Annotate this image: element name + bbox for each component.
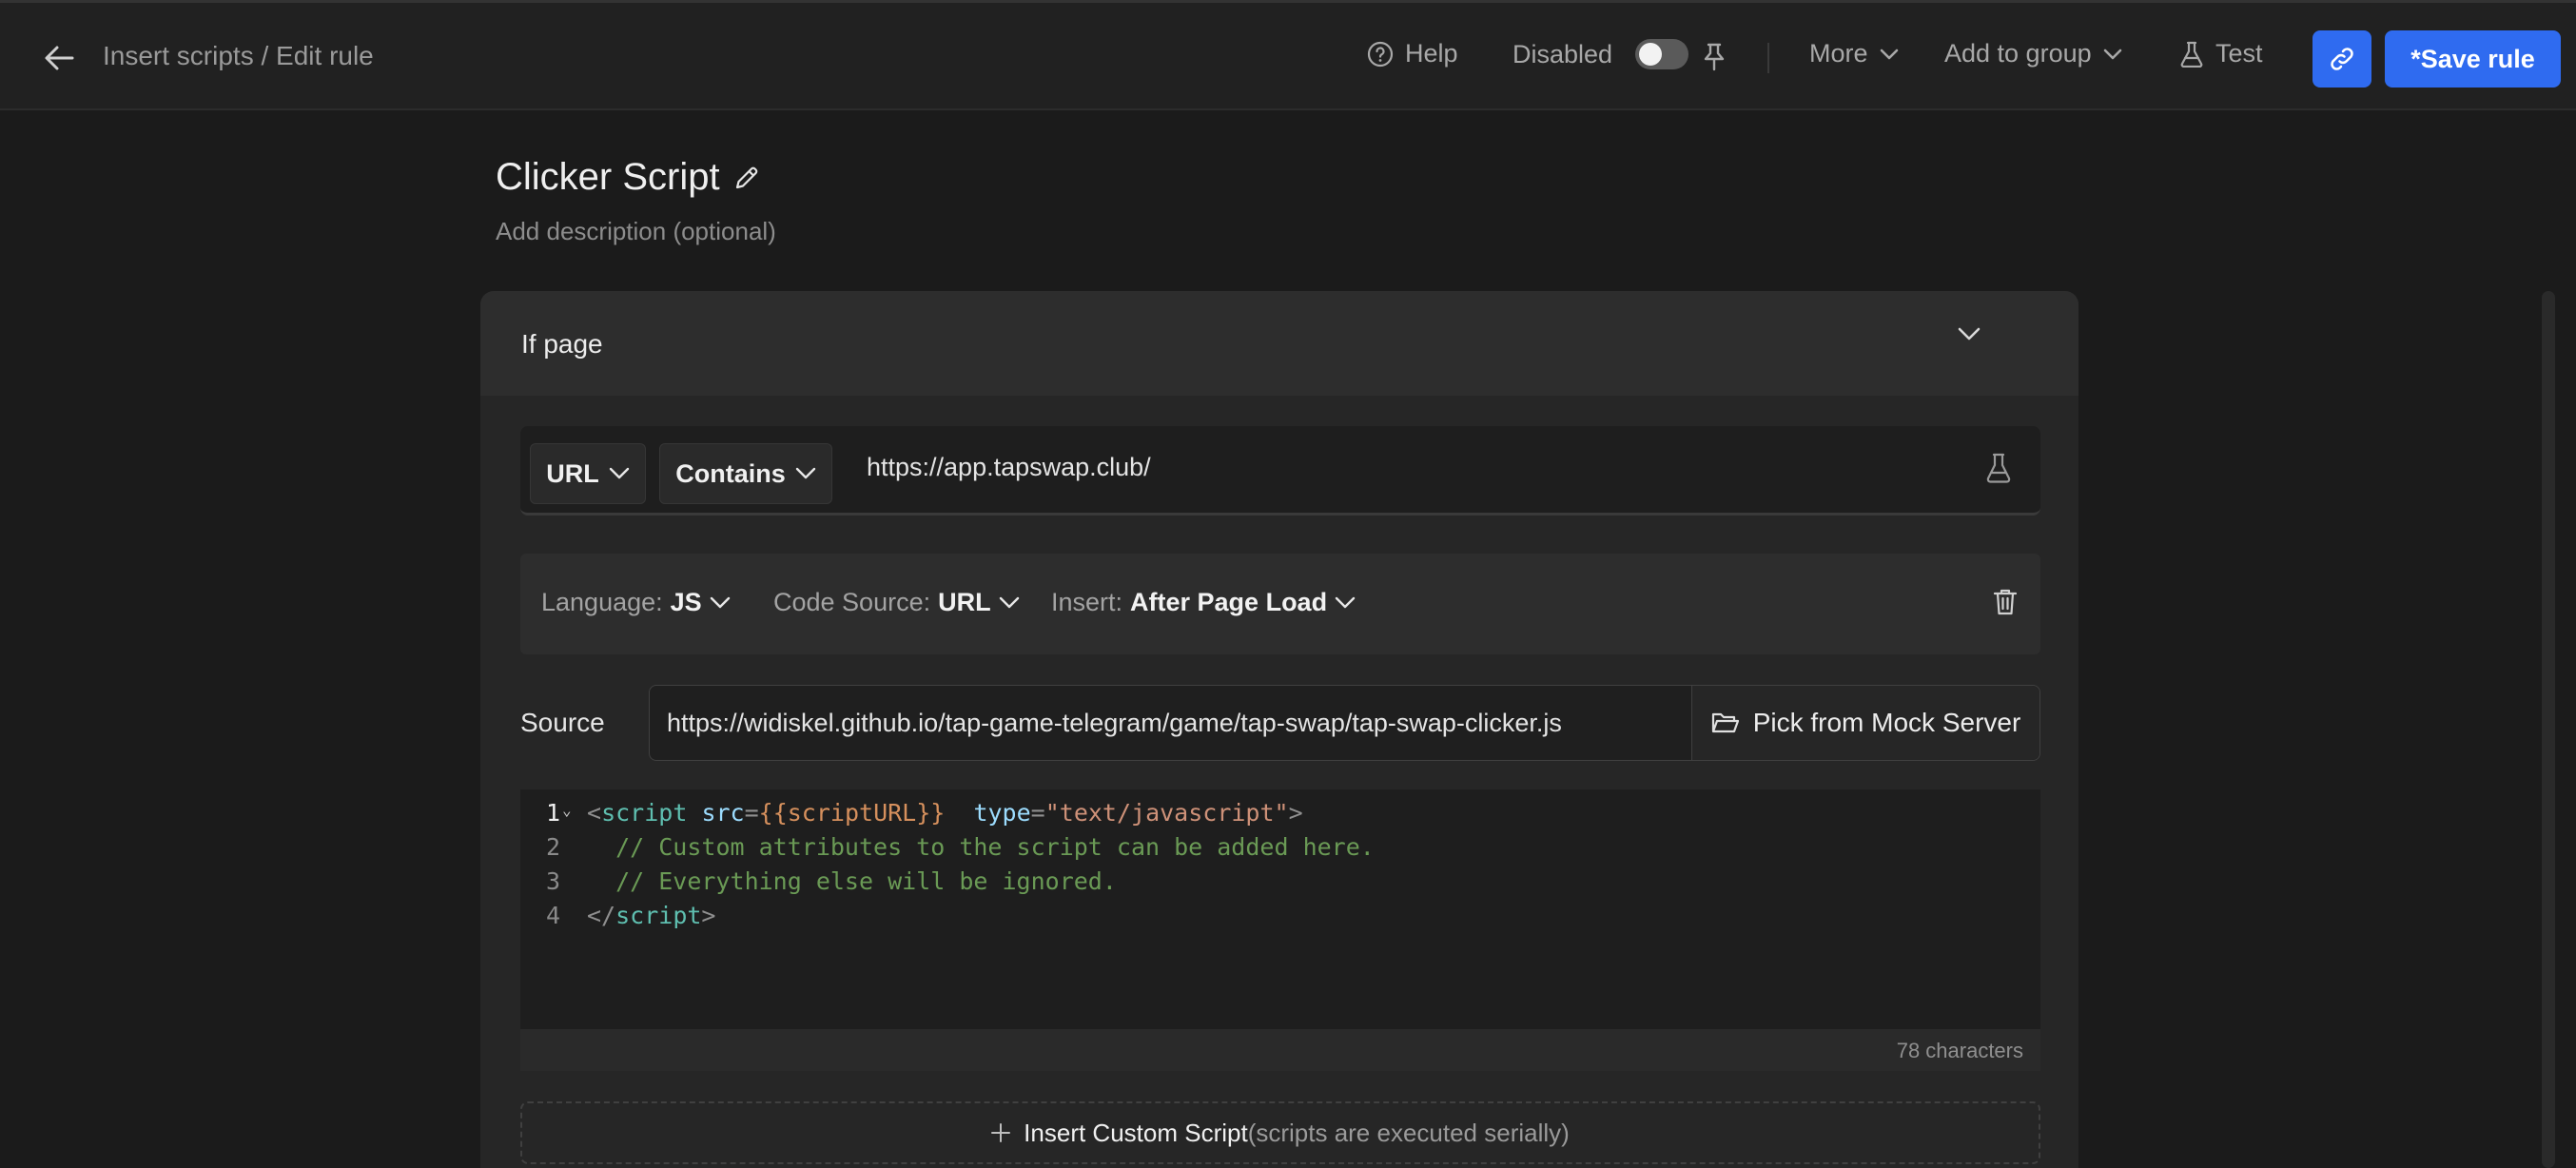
disabled-toggle-group[interactable]: Disabled: [1512, 39, 1689, 69]
status-toggle[interactable]: [1635, 39, 1689, 69]
add-to-group-label: Add to group: [1944, 39, 2092, 68]
url-condition-row: URL Contains https://app.tapswap.club/: [520, 426, 2040, 516]
code-text: <script src={{scriptURL}} type="text/jav…: [587, 799, 1303, 827]
header-divider: [1767, 43, 1769, 73]
code-comment: // Custom attributes to the script can b…: [587, 833, 1375, 861]
match-type-value: URL: [546, 458, 599, 488]
chevron-down-icon: [1880, 49, 1898, 59]
if-page-header[interactable]: If page: [480, 291, 2078, 396]
if-page-title: If page: [521, 329, 603, 359]
insert-timing-select[interactable]: Insert: After Page Load: [1051, 588, 1356, 617]
line-number: 1: [545, 799, 560, 827]
help-button[interactable]: Help: [1367, 39, 1458, 68]
disabled-label: Disabled: [1512, 39, 1613, 68]
code-line: 1 ⌄ <script src={{scriptURL}} type="text…: [520, 799, 2040, 833]
operator-value: Contains: [675, 458, 786, 488]
chevron-down-icon: [795, 467, 815, 479]
chevron-down-icon: [609, 467, 629, 479]
pick-button-label: Pick from Mock Server: [1752, 708, 2021, 737]
back-arrow-icon[interactable]: [36, 37, 82, 79]
pencil-icon[interactable]: [733, 165, 760, 191]
code-editor[interactable]: 1 ⌄ <script src={{scriptURL}} type="text…: [520, 789, 2040, 1029]
code-source-label: Code Source:: [773, 588, 931, 616]
test-button[interactable]: Test: [2179, 39, 2263, 68]
pin-button[interactable]: [1703, 43, 1726, 71]
chevron-down-icon: [710, 596, 730, 608]
line-number: 4: [545, 902, 560, 929]
delete-script-trash-icon[interactable]: [1993, 588, 2018, 621]
add-to-group-menu[interactable]: Add to group: [1944, 39, 2122, 68]
code-comment: // Everything else will be ignored.: [587, 867, 1117, 895]
link-icon: [2331, 48, 2353, 70]
insert-custom-script-button[interactable]: Insert Custom Script(scripts are execute…: [520, 1101, 2040, 1164]
insert-custom-label: Insert Custom Script: [1024, 1118, 1248, 1147]
code-source-select[interactable]: Code Source: URL: [773, 588, 1020, 617]
fold-chevron-icon[interactable]: ⌄: [562, 801, 572, 819]
code-line: 3 // Everything else will be ignored.: [520, 867, 2040, 902]
code-line: 2 // Custom attributes to the script can…: [520, 833, 2040, 867]
code-text: </script>: [587, 902, 716, 929]
collapse-chevron-icon[interactable]: [1958, 327, 1981, 345]
line-number: 2: [545, 833, 560, 861]
more-menu[interactable]: More: [1809, 39, 1899, 68]
plus-icon: [991, 1123, 1011, 1142]
page-scrollbar[interactable]: [2542, 291, 2555, 1168]
insert-custom-hint: (scripts are executed serially): [1247, 1118, 1570, 1147]
breadcrumb: Insert scripts / Edit rule: [103, 41, 374, 70]
url-input[interactable]: https://app.tapswap.club/: [867, 453, 1151, 482]
char-count: 78 characters: [1896, 1039, 2023, 1062]
chevron-down-icon: [999, 596, 1019, 608]
test-url-flask-icon[interactable]: [1985, 453, 2012, 488]
chevron-down-icon: [1335, 596, 1356, 608]
source-label: Source: [520, 708, 605, 737]
help-circle-icon: [1367, 41, 1394, 67]
rule-title[interactable]: Clicker Script: [496, 156, 760, 199]
line-number: 3: [545, 867, 560, 895]
language-select[interactable]: Language: JS: [541, 588, 731, 617]
source-field: https://widiskel.github.io/tap-game-tele…: [649, 685, 2040, 761]
insert-label: Insert:: [1051, 588, 1123, 616]
rule-card: If page URL Contains https://app.tapswap…: [480, 291, 2078, 1168]
script-options-row: Language: JS Code Source: URL Insert: Af…: [520, 554, 2040, 654]
code-source-value: URL: [938, 588, 991, 616]
operator-select[interactable]: Contains: [659, 443, 832, 504]
editor-status-bar: 78 characters: [520, 1029, 2040, 1071]
language-label: Language:: [541, 588, 663, 616]
folder-open-icon: [1711, 712, 1739, 733]
rule-description-field[interactable]: Add description (optional): [496, 217, 776, 246]
save-rule-button[interactable]: *Save rule: [2385, 30, 2561, 88]
share-link-button[interactable]: [2313, 30, 2371, 88]
flask-icon: [2180, 41, 2203, 68]
pick-from-mock-server-button[interactable]: Pick from Mock Server: [1691, 686, 2039, 760]
rule-title-text: Clicker Script: [496, 156, 720, 198]
help-label: Help: [1405, 39, 1458, 68]
chevron-down-icon: [2103, 49, 2121, 59]
insert-value: After Page Load: [1130, 588, 1328, 616]
pin-icon: [1704, 43, 1725, 71]
top-header: Insert scripts / Edit rule Help Disabled…: [0, 0, 2576, 110]
test-label: Test: [2215, 39, 2263, 68]
code-line: 4 </script>: [520, 902, 2040, 936]
source-url-input[interactable]: https://widiskel.github.io/tap-game-tele…: [667, 709, 1562, 738]
language-value: JS: [670, 588, 702, 616]
more-label: More: [1809, 39, 1868, 68]
match-type-select[interactable]: URL: [530, 443, 646, 504]
